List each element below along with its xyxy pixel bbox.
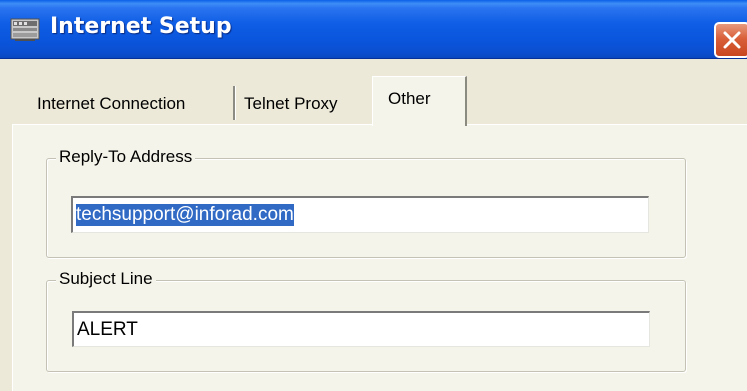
title-bar[interactable]: Internet Setup [0, 0, 747, 59]
internet-setup-dialog: Internet Setup Internet Connection Telne… [0, 0, 747, 391]
window-title: Internet Setup [50, 14, 232, 39]
tab-telnet-proxy[interactable]: Telnet Proxy [232, 83, 372, 123]
subject-line-input[interactable]: ALERT [72, 311, 650, 347]
tab-other[interactable]: Other [372, 76, 467, 126]
tab-internet-connection[interactable]: Internet Connection [30, 83, 232, 123]
close-button[interactable] [714, 22, 747, 58]
tab-label: Telnet Proxy [244, 94, 338, 113]
subject-line-value: ALERT [77, 319, 138, 340]
tab-panel-other: Reply-To Address techsupport@inforad.com… [12, 124, 747, 391]
network-setup-icon [10, 17, 40, 43]
subject-line-label: Subject Line [56, 269, 156, 289]
reply-to-address-value: techsupport@inforad.com [76, 204, 294, 226]
tab-label: Internet Connection [37, 94, 186, 113]
reply-to-group: Reply-To Address techsupport@inforad.com [46, 147, 686, 258]
reply-to-address-input[interactable]: techsupport@inforad.com [71, 196, 649, 233]
subject-line-group: Subject Line ALERT [46, 269, 686, 372]
reply-to-label: Reply-To Address [56, 147, 196, 167]
tab-label: Other [388, 89, 431, 108]
